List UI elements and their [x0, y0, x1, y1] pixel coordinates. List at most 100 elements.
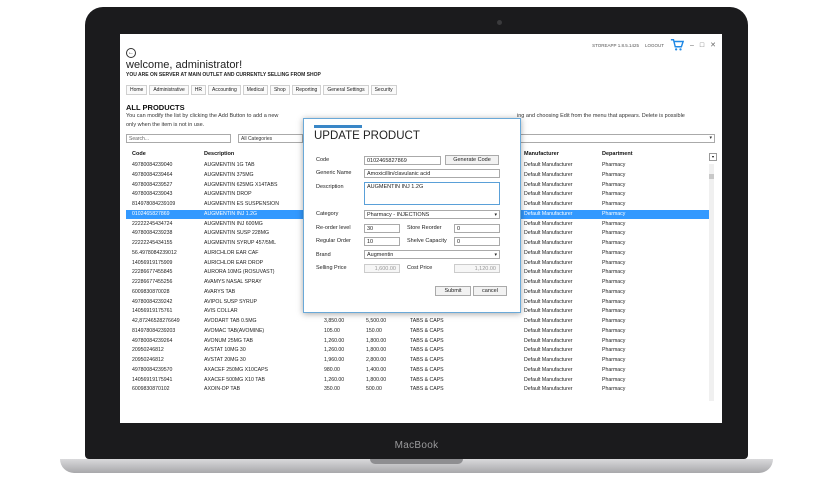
table-cell-desc: AXACEF 500MG X10 TAB: [204, 376, 265, 383]
table-cell-code: 56.4978084239012: [132, 249, 177, 256]
table-row[interactable]: 14056919175941 AXACEF 500MG X10 TAB 1,260.…: [126, 376, 712, 385]
table-cell-code: 49780084239527: [132, 181, 173, 188]
vertical-scrollbar[interactable]: [709, 164, 714, 401]
secondary-filter-select[interactable]: ▾: [517, 134, 715, 143]
submit-button[interactable]: Submit: [435, 286, 471, 296]
category-filter-select[interactable]: All Categories: [238, 134, 303, 143]
regular-order-label: Regular Order: [316, 238, 351, 244]
reorder-level-field[interactable]: 30: [364, 224, 400, 233]
table-cell-desc: AXACEF 250MG X10CAPS: [204, 366, 269, 373]
table-cell-mfr: Default Manufacturer: [524, 357, 573, 363]
minimize-button[interactable]: –: [690, 42, 694, 49]
column-chooser-icon[interactable]: ▾: [709, 153, 717, 161]
table-cell-code: 22222245434724: [132, 220, 173, 227]
table-cell-desc: AVOMAC TAB(AVOMINE): [204, 327, 265, 334]
code-field[interactable]: 0102465827869: [364, 156, 441, 165]
cart-icon[interactable]: [670, 38, 684, 52]
table-cell-code: 14056919175761: [132, 308, 173, 315]
table-cell-desc: AVODART TAB 0.5MG: [204, 318, 257, 324]
table-cell-dept: Pharmacy: [602, 288, 626, 295]
brand-select[interactable]: Augmentin ▾: [364, 250, 500, 259]
welcome-heading: welcome, administrator!: [126, 59, 243, 71]
nav-shop[interactable]: Shop: [269, 85, 290, 95]
table-cell-dept: Pharmacy: [602, 240, 626, 246]
regular-order-field[interactable]: 10: [364, 237, 400, 246]
table-cell-code: 22286677455845: [132, 269, 173, 276]
help-text-2: only when the item is not in use.: [126, 122, 205, 128]
table-cell-dept: Pharmacy: [602, 181, 626, 188]
nav-security[interactable]: Security: [370, 85, 397, 95]
table-cell-code: 6009830870102: [132, 386, 170, 393]
logout-link[interactable]: LOGOUT: [645, 43, 664, 48]
store-reorder-field[interactable]: 0: [454, 224, 500, 233]
nav-reporting[interactable]: Reporting: [291, 85, 322, 95]
nav-hr[interactable]: HR: [190, 85, 206, 95]
scrollbar-thumb[interactable]: [709, 174, 714, 179]
table-cell-cat: TABS & CAPS: [410, 386, 444, 393]
table-cell-cost: 1,260.00: [324, 337, 345, 344]
nav-home[interactable]: Home: [126, 85, 148, 95]
table-row[interactable]: 49780084239264 AVONUM 25MG TAB 1,260.00 1,8…: [126, 337, 712, 346]
search-input[interactable]: Search...: [126, 134, 231, 143]
table-cell-dept: Pharmacy: [602, 357, 626, 363]
generic-name-field[interactable]: Amoxicillin/clavulanic acid: [364, 169, 500, 178]
back-arrow-icon[interactable]: ←: [126, 48, 136, 58]
category-label: Category: [316, 211, 339, 217]
table-row[interactable]: 49780084239570 AXACEF 250MG X10CAPS 980.00…: [126, 366, 712, 375]
category-select[interactable]: Pharmacy - INJECTIONS ▾: [364, 210, 500, 219]
selling-price-label: Selling Price: [316, 265, 347, 271]
table-cell-dept: Pharmacy: [602, 220, 626, 227]
table-cell-code: 49780084239242: [132, 298, 173, 305]
category-select-value: Pharmacy - INJECTIONS: [367, 212, 430, 218]
table-cell-mfr: Default Manufacturer: [524, 327, 573, 334]
table-cell-dept: Pharmacy: [602, 259, 626, 266]
table-cell-code: 49780084239264: [132, 337, 173, 344]
table-cell-price: 150.00: [366, 327, 382, 334]
column-header-department[interactable]: Department: [602, 151, 633, 160]
table-cell-mfr: Default Manufacturer: [524, 347, 573, 354]
table-row[interactable]: 6009830870102 AXOIN-DP TAB 350.00 500.00 TAB…: [126, 385, 712, 394]
cancel-button[interactable]: cancel: [473, 286, 507, 296]
column-header-code[interactable]: Code: [132, 151, 146, 160]
table-cell-dept: Pharmacy: [602, 249, 626, 256]
table-cell-dept: Pharmacy: [602, 308, 626, 315]
shelve-capacity-field[interactable]: 0: [454, 237, 500, 246]
table-row[interactable]: 814978084239203 AVOMAC TAB(AVOMINE) 105.00…: [126, 327, 712, 336]
cost-price-label: Cost Price: [407, 265, 433, 271]
table-cell-code: 14056919175909: [132, 259, 173, 266]
table-cell-mfr: Default Manufacturer: [524, 279, 573, 285]
description-label: Description: [316, 184, 344, 190]
description-field[interactable]: AUGMENTIN INJ 1.2G: [364, 182, 500, 205]
table-cell-dept: Pharmacy: [602, 230, 626, 237]
nav-accounting[interactable]: Accounting: [207, 85, 241, 95]
version-text: STOREAPP 1.8.5.1425: [592, 42, 639, 48]
maximize-button[interactable]: □: [700, 42, 704, 49]
chevron-down-icon: ▾: [494, 212, 497, 218]
nav-medical[interactable]: Medical: [242, 85, 268, 95]
cost-price-field[interactable]: 1,120.00: [454, 264, 500, 273]
chevron-down-icon: ▾: [709, 135, 712, 141]
table-cell-code: 42,87246528276649: [132, 318, 180, 324]
table-cell-code: 0102465827869: [132, 210, 170, 217]
dialog-title: UPDATE PRODUCT: [314, 130, 420, 142]
page-title: ALL PRODUCTS: [126, 103, 185, 112]
table-cell-dept: Pharmacy: [602, 337, 626, 344]
table-cell-mfr: Default Manufacturer: [524, 298, 573, 305]
table-cell-cat: TABS & CAPS: [410, 327, 444, 334]
table-cell-code: 22222245434155: [132, 240, 173, 246]
table-cell-desc: AVONUM 25MG TAB: [204, 337, 254, 344]
close-button[interactable]: ✕: [710, 41, 716, 49]
nav-administrative[interactable]: Administrative: [149, 85, 189, 95]
column-header-description[interactable]: Description: [204, 151, 234, 160]
table-row[interactable]: 20950246812 AVSTAT 10MG 30 1,260.00 1,800.0…: [126, 346, 712, 355]
nav-general-settings[interactable]: General Settings: [323, 85, 369, 95]
table-row[interactable]: 42,87246528276649 AVODART TAB 0.5MG 3,850.…: [126, 317, 712, 326]
table-row[interactable]: 20950246812 AVSTAT 20MG 30 1,960.00 2,800.0…: [126, 356, 712, 365]
column-header-manufacturer[interactable]: Manufacturer: [524, 151, 559, 160]
generate-code-button[interactable]: Generate Code: [445, 155, 499, 165]
table-cell-dept: Pharmacy: [602, 298, 626, 305]
table-cell-dept: Pharmacy: [602, 162, 626, 168]
table-cell-dept: Pharmacy: [602, 210, 626, 217]
selling-price-field[interactable]: 1,600.00: [364, 264, 400, 273]
table-cell-dept: Pharmacy: [602, 191, 626, 198]
